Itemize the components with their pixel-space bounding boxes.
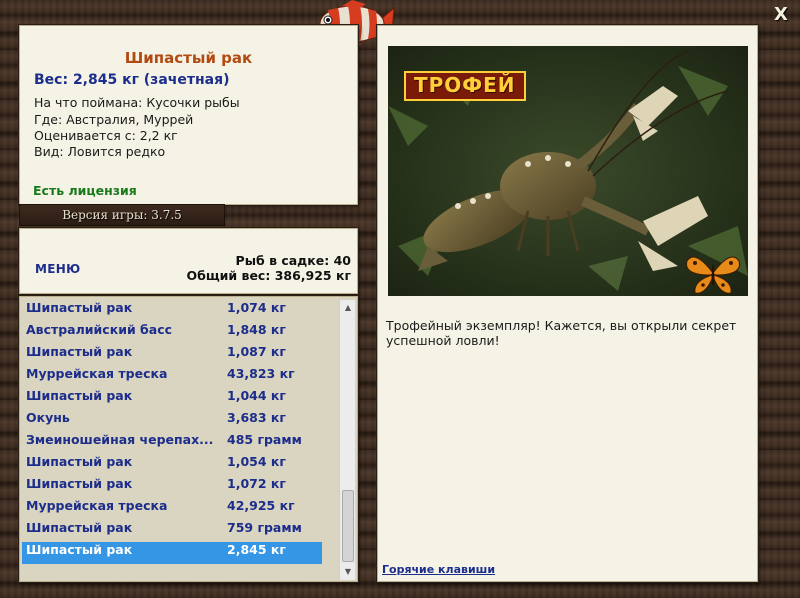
fish-list-weight: 1,074 кг	[227, 300, 286, 315]
fish-list-name: Шипастый рак	[26, 454, 133, 469]
fish-list-weight: 1,072 кг	[227, 476, 286, 491]
license-status: Есть лицензия	[33, 183, 137, 198]
scrollbar-thumb[interactable]	[342, 490, 354, 562]
fish-list-name: Муррейская треска	[26, 498, 168, 513]
game-version: Версия игры: 3.7.5	[19, 204, 225, 226]
fish-list-row[interactable]: Шипастый рак 2,845 кг	[22, 542, 322, 564]
fish-count: Рыб в садке: 40	[235, 253, 351, 268]
fish-list-name: Шипастый рак	[26, 476, 133, 491]
fish-list[interactable]: Шипастый рак 1,074 кг Австралийский басс 1,…	[22, 300, 322, 564]
fish-list-row[interactable]: Шипастый рак 1,087 кг	[22, 344, 322, 366]
close-button[interactable]: X	[770, 4, 792, 26]
fish-list-row[interactable]: Муррейская треска 42,925 кг	[22, 498, 322, 520]
hotkeys-link[interactable]: Горячие клавиши	[382, 563, 495, 576]
fish-list-panel: Шипастый рак 1,074 кг Австралийский басс 1,…	[19, 296, 358, 582]
fish-list-row[interactable]: Муррейская треска 43,823 кг	[22, 366, 322, 388]
fish-list-weight: 42,925 кг	[227, 498, 295, 513]
bait-info: На что поймана: Кусочки рыбы	[34, 95, 240, 110]
crayfish-image: ТРОФЕЙ	[388, 46, 748, 296]
fish-list-weight: 759 грамм	[227, 520, 302, 535]
stats-panel: МЕНЮ Рыб в садке: 40 Общий вес: 386,925 …	[19, 228, 358, 294]
total-weight: Общий вес: 386,925 кг	[186, 268, 352, 283]
list-scrollbar[interactable]: ▲ ▼	[339, 300, 355, 580]
fish-list-weight: 1,848 кг	[227, 322, 286, 337]
fish-list-name: Шипастый рак	[26, 520, 133, 535]
butterfly-icon	[686, 256, 740, 294]
fish-list-name: Муррейская треска	[26, 366, 168, 381]
fish-title: Шипастый рак	[124, 49, 253, 67]
close-icon: X	[774, 4, 788, 25]
location-info: Где: Австралия, Муррей	[34, 112, 194, 127]
fish-list-weight: 1,087 кг	[227, 344, 286, 359]
fish-list-name: Окунь	[26, 410, 70, 425]
fish-list-weight: 1,044 кг	[227, 388, 286, 403]
fish-list-row[interactable]: Австралийский басс 1,848 кг	[22, 322, 322, 344]
fish-list-weight: 43,823 кг	[227, 366, 295, 381]
fish-weight: Вес: 2,845 кг (зачетная)	[34, 72, 230, 88]
trophy-message: Трофейный экземпляр! Кажется, вы открыли…	[386, 318, 737, 348]
fish-list-row[interactable]: Шипастый рак 1,054 кг	[22, 454, 322, 476]
fish-list-name: Шипастый рак	[26, 300, 133, 315]
rarity-info: Вид: Ловится редко	[34, 144, 166, 159]
fish-list-weight: 2,845 кг	[227, 542, 286, 557]
fish-list-row[interactable]: Змеиношейная черепах... 485 грамм	[22, 432, 322, 454]
fish-list-weight: 1,054 кг	[227, 454, 286, 469]
fish-list-row[interactable]: Шипастый рак 1,072 кг	[22, 476, 322, 498]
fish-list-name: Шипастый рак	[26, 344, 133, 359]
catch-info-panel: Шипастый рак Вес: 2,845 кг (зачетная) На…	[19, 25, 358, 205]
chevron-down-icon[interactable]: ▼	[340, 564, 356, 580]
fish-list-weight: 485 грамм	[227, 432, 302, 447]
menu-button[interactable]: МЕНЮ	[35, 262, 80, 276]
fish-list-name: Шипастый рак	[26, 388, 133, 403]
fish-list-row[interactable]: Шипастый рак 1,044 кг	[22, 388, 322, 410]
fish-list-name: Змеиношейная черепах...	[26, 432, 214, 447]
trophy-panel: ТРОФЕЙ Трофейный экземпляр! Кажется, вы …	[377, 25, 758, 582]
fish-list-name: Шипастый рак	[26, 542, 133, 557]
fish-list-row[interactable]: Шипастый рак 1,074 кг	[22, 300, 322, 322]
trophy-badge: ТРОФЕЙ	[404, 71, 526, 101]
fish-list-name: Австралийский басс	[26, 322, 173, 337]
chevron-up-icon[interactable]: ▲	[340, 300, 356, 316]
fish-list-row[interactable]: Окунь 3,683 кг	[22, 410, 322, 432]
min-weight-info: Оценивается с: 2,2 кг	[34, 128, 178, 143]
fish-list-weight: 3,683 кг	[227, 410, 286, 425]
fish-list-row[interactable]: Шипастый рак 759 грамм	[22, 520, 322, 542]
